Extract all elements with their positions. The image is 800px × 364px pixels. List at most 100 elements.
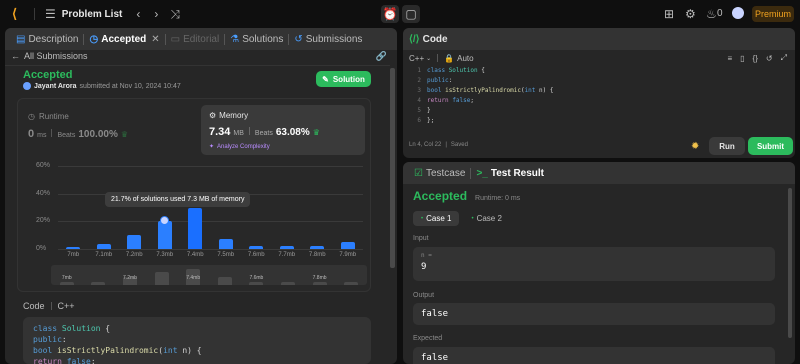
editor-toolbar: C++ ⌄ 🔒 Auto ≡ ▯ {} ↺ ⤢ [403,50,795,66]
memory-unit: MB [233,130,244,137]
tab-editorial[interactable]: ▭ Editorial [166,34,225,45]
expand-icon[interactable]: ⤢ [781,53,787,63]
format-icon[interactable]: ≡ [727,54,732,63]
x-tick-label: 7.7mb [278,252,296,258]
code-line: }; [427,117,435,124]
arrow-left-icon[interactable]: ← [11,51,20,61]
chart-bar[interactable] [188,208,203,249]
list-icon[interactable]: ☰ [45,7,56,21]
settings-icon[interactable]: ⚙ [685,7,696,21]
x-tick-label: 7mb [67,252,80,258]
username[interactable]: Jayant Arora [34,83,77,90]
runtime-stats: 0 ms Beats 100.00% ♛ [28,128,128,140]
award-icon: ♛ [312,128,320,137]
braces-icon[interactable]: {} [753,54,758,63]
case-tabs: • Case 1 • Case 2 [413,211,508,226]
tab-accepted[interactable]: ◷ Accepted ✕ [84,34,164,45]
chart-bar[interactable] [218,239,233,249]
left-tabbar: ▤ Description ◷ Accepted ✕ ▭ Editorial ⚗ Solu… [5,28,397,50]
chart-bar[interactable] [249,246,264,249]
chart-bar[interactable] [310,246,325,249]
fire-icon[interactable]: ♨ [706,7,717,21]
line-number: 5 [417,107,421,114]
avatar[interactable] [23,82,31,90]
code-line: class Solution { [33,324,111,333]
close-icon[interactable]: ✕ [151,34,159,45]
leetcode-logo[interactable]: ⟨ [12,7,24,21]
runtime-value: 0 [28,128,35,140]
premium-button[interactable]: Premium [752,6,794,22]
runtime-beats-value: 100.00% [78,129,118,140]
overview-label: 7.4mb [186,275,201,281]
runtime-header[interactable]: ◷ Runtime [28,112,69,121]
expected-label: Expected [413,335,443,342]
chart-bar[interactable] [340,242,355,249]
tab-solutions[interactable]: ⚗ Solutions [225,34,288,45]
saved-status: Saved [450,142,468,148]
scrollbar[interactable] [788,188,792,338]
editor-title: Code [422,33,448,45]
code-editor-panel: ⟨/⟩ Code C++ ⌄ 🔒 Auto ≡ ▯ {} ↺ ⤢ 1 2 3 4… [403,28,795,158]
x-tick-label: 7.2mb [125,252,143,258]
memory-distribution-chart: 0% 20% 40% 60% 7mb 7.1mb 7.2mb 7.3mb 7.4mb 7.5mb 7… [18,159,370,289]
edit-icon: ✎ [322,74,329,84]
avatar[interactable] [732,7,744,19]
code-line: bool isStrictlyPalindromic(int n) { [33,346,202,355]
chevron-down-icon[interactable]: ⌄ [426,55,431,62]
code-editor[interactable]: class Solution { public: bool isStrictly… [427,66,553,126]
chart-bar[interactable] [127,235,142,249]
bookmark-icon[interactable]: ▯ [740,54,744,63]
debug-icon[interactable]: ✹ [691,141,699,152]
cursor-position: Ln 4, Col 22 [409,142,442,148]
y-tick-label: 60% [36,161,51,169]
analyze-complexity-link[interactable]: ✦ Analyze Complexity [209,143,270,151]
chart-overview[interactable]: 7mb 7.2mb 7.4mb 7.6mb 7.8mb [51,265,367,285]
gridline [58,249,363,250]
solution-button[interactable]: ✎ Solution [316,71,371,87]
chart-bar[interactable] [66,246,81,249]
chart-bar[interactable] [157,220,172,249]
divider [248,127,250,135]
x-tick-label: 7.8mb [308,252,326,258]
next-problem-icon[interactable]: › [154,7,158,21]
terminal-icon: >_ [476,167,488,179]
line-number: 6 [417,117,421,124]
tab-description[interactable]: ▤ Description [11,34,83,45]
problem-list-link[interactable]: Problem List [62,9,123,20]
layout-icon[interactable]: ⊞ [664,7,674,21]
scrollbar[interactable] [390,68,395,268]
tab-testcase[interactable]: ☑ Testcase [409,168,470,179]
all-submissions-link[interactable]: All Submissions [24,51,88,61]
reset-icon[interactable]: ↺ [766,54,773,63]
x-tick-label: 7.5mb [217,252,235,258]
link-icon[interactable]: 🔗 [376,51,387,62]
overview-bar [344,281,359,285]
award-icon: ♛ [120,130,129,139]
tab-submissions[interactable]: ↺ Submissions [289,34,367,45]
overview-bar [59,281,74,285]
y-tick-label: 0% [36,245,47,252]
submission-meta: Jayant Arora submitted at Nov 10, 2024 1… [23,82,181,90]
run-button[interactable]: Run [709,137,745,155]
timer-icon[interactable]: ⏰ [381,5,399,23]
notes-icon[interactable]: ▢ [402,5,420,23]
overview-bar [91,281,106,285]
chart-bar[interactable] [279,246,294,249]
code-line: bool isStrictlyPalindromic(int n) { [427,87,554,94]
submit-button[interactable]: Submit [748,137,793,155]
mode-label[interactable]: Auto [457,54,473,63]
tab-test-result[interactable]: >_ Test Result [471,168,549,179]
code-lang: C++ [57,301,75,311]
streak-count: 0 [717,8,723,19]
chart-bar[interactable] [96,244,111,249]
tab-case-2[interactable]: • Case 2 [465,211,507,226]
prev-problem-icon[interactable]: ‹ [136,7,140,21]
language-select[interactable]: C++ [409,54,424,63]
shuffle-icon[interactable]: ⤨ [170,7,180,22]
tab-case-1[interactable]: • Case 1 [413,211,460,226]
code-line: } [427,107,431,114]
gridline [58,221,363,223]
test-result-panel: ☑ Testcase >_ Test Result Accepted Runtime… [403,162,795,364]
overview-label: 7.8mb [312,275,327,281]
memory-box[interactable]: ⚙ Memory 7.34 MB Beats 63.08% ♛ ✦ Analyze … [201,105,365,155]
